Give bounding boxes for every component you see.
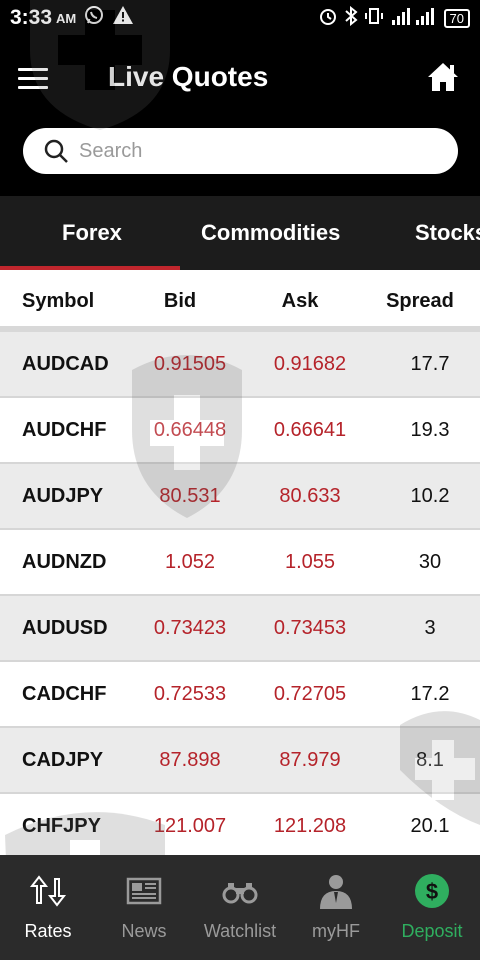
table-row[interactable]: CADJPY 87.898 87.979 8.1 xyxy=(0,728,480,794)
home-icon[interactable] xyxy=(426,60,460,94)
cell-ask: 121.208 xyxy=(273,815,347,837)
nav-label-myhf: myHF xyxy=(312,921,360,941)
cell-ask: 0.91682 xyxy=(273,353,347,375)
cell-bid: 0.91505 xyxy=(153,353,227,375)
column-header-bid: Bid xyxy=(163,290,197,312)
nav-rates[interactable]: Rates xyxy=(0,855,96,960)
status-ampm: AM xyxy=(56,10,77,26)
cell-spread: 20.1 xyxy=(410,815,450,837)
table-row[interactable]: AUDCAD 0.91505 0.91682 17.7 xyxy=(0,332,480,398)
cell-spread: 30 xyxy=(418,551,442,573)
binoculars-icon xyxy=(222,883,258,904)
search-bar[interactable] xyxy=(23,128,458,174)
column-header-spread: Spread xyxy=(386,290,454,312)
cell-ask: 0.72705 xyxy=(273,683,347,705)
cell-symbol: AUDJPY xyxy=(22,485,104,507)
nav-deposit[interactable]: $ Deposit xyxy=(384,855,480,960)
cell-bid: 0.73423 xyxy=(153,617,227,639)
page-title: Live Quotes xyxy=(108,61,269,92)
app-header: Live Quotes xyxy=(0,36,480,126)
table-header: Symbol Bid Ask Spread xyxy=(0,270,480,332)
person-icon xyxy=(320,875,352,909)
column-header-symbol: Symbol xyxy=(22,290,95,312)
cell-spread: 17.7 xyxy=(410,353,450,375)
cell-symbol: CADJPY xyxy=(22,749,104,771)
status-right: 70 xyxy=(318,5,470,31)
status-bar: 3:33 AM 70 xyxy=(0,0,480,36)
column-header-ask: Ask xyxy=(281,290,319,312)
whatsapp-icon xyxy=(84,5,104,31)
nav-label-rates: Rates xyxy=(24,921,72,941)
alarm-icon xyxy=(318,6,338,31)
nav-myhf[interactable]: myHF xyxy=(288,855,384,960)
menu-icon[interactable] xyxy=(18,68,48,90)
battery-icon: 70 xyxy=(443,8,470,28)
cell-spread: 3 xyxy=(424,617,436,639)
cell-bid: 121.007 xyxy=(153,815,227,837)
vibrate-icon xyxy=(364,6,384,31)
table-row[interactable]: CHFJPY 121.007 121.208 20.1 xyxy=(0,794,480,855)
cell-symbol: CADCHF xyxy=(22,683,107,705)
table-row[interactable]: AUDUSD 0.73423 0.73453 3 xyxy=(0,596,480,662)
status-time: 3:33 xyxy=(10,6,53,29)
nav-label-deposit: Deposit xyxy=(401,921,463,941)
cell-spread: 8.1 xyxy=(416,749,444,771)
cell-symbol: AUDUSD xyxy=(22,617,108,639)
cell-bid: 0.66448 xyxy=(153,419,227,441)
cell-spread: 17.2 xyxy=(410,683,450,705)
cell-bid: 1.052 xyxy=(164,551,216,573)
nav-label-watchlist: Watchlist xyxy=(203,921,277,941)
signal-icon xyxy=(390,6,438,31)
cell-ask: 0.66641 xyxy=(273,419,347,441)
cell-symbol: AUDNZD xyxy=(22,551,107,573)
tab-stocks[interactable]: Stocks xyxy=(415,196,480,270)
status-left: 3:33 AM xyxy=(10,5,134,31)
nav-watchlist[interactable]: Watchlist xyxy=(192,855,288,960)
search-icon xyxy=(44,139,68,163)
table-row[interactable]: CADCHF 0.72533 0.72705 17.2 xyxy=(0,662,480,728)
table-row[interactable]: AUDJPY 80.531 80.633 10.2 xyxy=(0,464,480,530)
cell-ask: 1.055 xyxy=(284,551,336,573)
bottom-nav: Rates News Watchlist myHF $ Deposit xyxy=(0,855,480,960)
cell-bid: 0.72533 xyxy=(153,683,227,705)
quotes-table: AUDCAD 0.91505 0.91682 17.7 AUDCHF 0.664… xyxy=(0,332,480,855)
tab-forex[interactable]: Forex xyxy=(62,196,122,270)
cell-spread: 19.3 xyxy=(410,419,450,441)
quote-tabs: Forex Commodities Stocks xyxy=(0,196,480,270)
nav-label-news: News xyxy=(121,921,167,941)
cell-ask: 87.979 xyxy=(279,749,341,771)
tab-commodities[interactable]: Commodities xyxy=(201,196,340,270)
rates-arrows-icon xyxy=(29,875,67,907)
table-row[interactable]: AUDCHF 0.66448 0.66641 19.3 xyxy=(0,398,480,464)
cell-bid: 80.531 xyxy=(159,485,221,507)
warning-icon xyxy=(112,5,134,31)
cell-symbol: AUDCAD xyxy=(22,353,109,375)
cell-spread: 10.2 xyxy=(410,485,450,507)
dollar-circle-icon: $ xyxy=(415,874,449,908)
bluetooth-icon xyxy=(344,5,358,31)
cell-symbol: AUDCHF xyxy=(22,419,107,441)
cell-ask: 80.633 xyxy=(279,485,341,507)
cell-ask: 0.73453 xyxy=(273,617,347,639)
table-row[interactable]: AUDNZD 1.052 1.055 30 xyxy=(0,530,480,596)
search-input[interactable] xyxy=(77,138,421,164)
newspaper-icon xyxy=(126,877,162,905)
svg-text:$: $ xyxy=(426,879,438,904)
cell-bid: 87.898 xyxy=(159,749,221,771)
cell-symbol: CHFJPY xyxy=(22,815,101,837)
nav-news[interactable]: News xyxy=(96,855,192,960)
